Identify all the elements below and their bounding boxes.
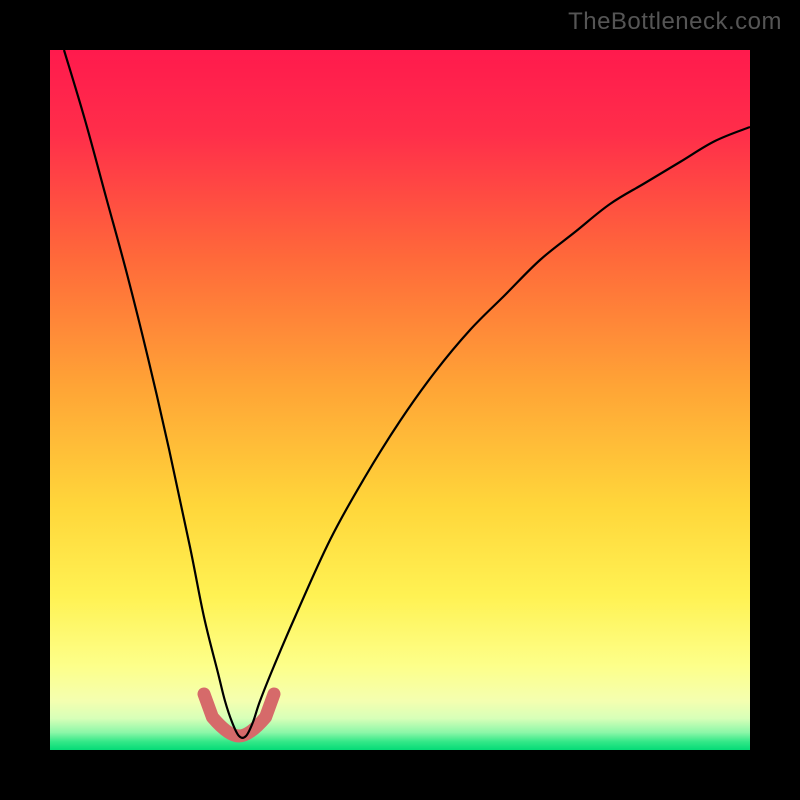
chart-frame: TheBottleneck.com	[0, 0, 800, 800]
curve-layer	[50, 50, 750, 750]
optimal-range-marker	[204, 694, 274, 736]
watermark-text: TheBottleneck.com	[568, 8, 782, 36]
bottleneck-curve	[64, 50, 750, 738]
plot-area	[50, 50, 750, 750]
